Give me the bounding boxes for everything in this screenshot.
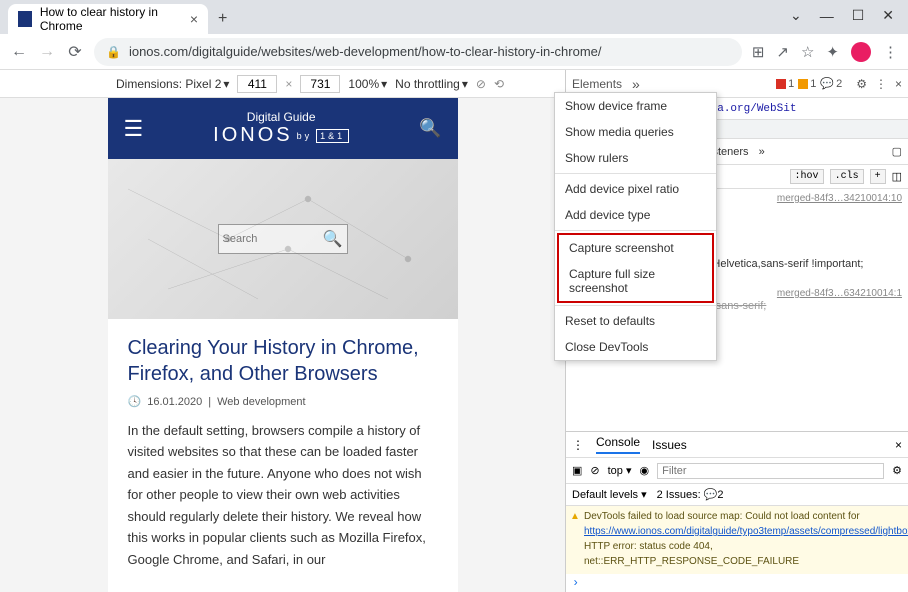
sidebar-toggle-icon[interactable]: ◫ [892, 170, 902, 183]
menu-close-devtools[interactable]: Close DevTools [555, 334, 716, 360]
drawer-tabs: ⋮ Console Issues × [566, 432, 908, 458]
device-frame: ☰ Digital Guide IONOS by 1&1 🔍 🔍 Clearin… [108, 98, 458, 592]
menu-add-device-type[interactable]: Add device type [555, 202, 716, 228]
article-meta: 🕓 16.01.2020 | Web development [128, 395, 438, 408]
url-text: ionos.com/digitalguide/websites/web-deve… [129, 44, 602, 59]
issues-link[interactable]: 2 Issues: 💬2 [657, 488, 724, 501]
warning-icon: ▲ [570, 510, 580, 524]
site-header: ☰ Digital Guide IONOS by 1&1 🔍 [108, 98, 458, 159]
zoom-select[interactable]: 100% ▾ [348, 77, 387, 91]
article-category[interactable]: Web development [217, 396, 305, 408]
profile-avatar[interactable] [851, 42, 871, 62]
add-rule-button[interactable]: + [870, 169, 886, 184]
logo-badge: 1&1 [316, 129, 349, 143]
search-icon[interactable]: 🔍 [419, 118, 441, 139]
menu-capture-full-screenshot[interactable]: Capture full size screenshot [559, 261, 712, 301]
rotate-icon[interactable]: ⟲ [494, 77, 504, 91]
logo-subtitle: Digital Guide [157, 110, 405, 124]
width-input[interactable] [237, 75, 277, 93]
device-options-menu: Show device frame Show media queries Sho… [554, 92, 717, 361]
menu-separator [555, 230, 716, 231]
lock-icon: 🔒 [106, 45, 121, 59]
more-tabs-icon[interactable]: » [632, 76, 640, 92]
back-button[interactable]: ← [10, 43, 28, 61]
meta-separator: | [208, 396, 211, 408]
dimension-separator: × [285, 77, 292, 91]
window-titlebar: How to clear history in Chrome × + ⌄ — ☐… [0, 0, 908, 34]
tab-console[interactable]: Console [596, 435, 640, 454]
logo-by: by [297, 131, 313, 141]
share-icon[interactable]: ↗ [776, 43, 789, 61]
sourcemap-link[interactable]: https://www.ionos.com/digitalguide/typo3… [584, 526, 908, 537]
minimize-icon[interactable]: — [820, 8, 834, 24]
live-expression-icon[interactable]: ◉ [640, 464, 650, 477]
article-body: In the default setting, browsers compile… [128, 420, 438, 570]
message-badge[interactable]: 💬2 [820, 77, 842, 90]
close-window-icon[interactable]: ✕ [882, 7, 894, 24]
console-filter-input[interactable] [657, 463, 884, 479]
menu-show-rulers[interactable]: Show rulers [555, 145, 716, 171]
hamburger-icon[interactable]: ☰ [124, 116, 144, 142]
warning-badge[interactable]: 1 [798, 78, 816, 90]
close-drawer-icon[interactable]: × [895, 438, 902, 452]
network-graphic-icon [108, 159, 458, 319]
menu-show-media-queries[interactable]: Show media queries [555, 119, 716, 145]
address-bar: ← → ⟳ 🔒 ionos.com/digitalguide/websites/… [0, 34, 908, 70]
console-subtoolbar: Default levels ▾ 2 Issues: 💬2 [566, 484, 908, 506]
tab-elements[interactable]: Elements [572, 77, 622, 91]
close-tab-icon[interactable]: × [190, 11, 198, 27]
sidebar-toggle-icon[interactable]: ▣ [572, 464, 582, 477]
new-tab-button[interactable]: + [208, 4, 237, 34]
menu-icon[interactable]: ⋮ [883, 43, 898, 61]
gear-icon[interactable]: ⚙ [892, 464, 902, 477]
article-headline: Clearing Your History in Chrome, Firefox… [128, 335, 438, 387]
forward-button: → [38, 43, 56, 61]
tab-title: How to clear history in Chrome [40, 5, 182, 33]
gear-icon[interactable]: ⚙ [856, 77, 867, 91]
clock-icon: 🕓 [128, 395, 142, 408]
device-select[interactable]: Dimensions: Pixel 2 ▾ [116, 77, 229, 91]
levels-select[interactable]: Default levels ▾ [572, 488, 647, 501]
bookmark-icon[interactable]: ☆ [801, 43, 814, 61]
extensions-icon[interactable]: ✦ [826, 43, 839, 61]
menu-capture-screenshot[interactable]: Capture screenshot [559, 235, 712, 261]
no-throttle-icon[interactable]: ⊘ [476, 77, 486, 91]
translate-icon[interactable]: ⊞ [752, 43, 765, 61]
logo-text: IONOS [213, 124, 292, 147]
drawer-kebab-icon[interactable]: ⋮ [572, 438, 584, 452]
clear-console-icon[interactable]: ⊘ [590, 464, 599, 477]
context-select[interactable]: top ▾ [608, 464, 632, 477]
browser-tab[interactable]: How to clear history in Chrome × [8, 4, 208, 34]
site-logo[interactable]: Digital Guide IONOS by 1&1 [157, 110, 405, 147]
more-tabs-icon[interactable]: » [759, 146, 765, 158]
console-toolbar: ▣ ⊘ top ▾ ◉ ⚙ [566, 458, 908, 484]
console-drawer: ⋮ Console Issues × ▣ ⊘ top ▾ ◉ ⚙ Default… [566, 431, 908, 592]
height-input[interactable] [300, 75, 340, 93]
menu-separator [555, 173, 716, 174]
chevron-down-icon[interactable]: ⌄ [790, 7, 802, 24]
menu-separator [555, 305, 716, 306]
hov-button[interactable]: :hov [790, 169, 824, 184]
maximize-icon[interactable]: ☐ [852, 7, 865, 24]
article: Clearing Your History in Chrome, Firefox… [108, 319, 458, 586]
cls-button[interactable]: .cls [830, 169, 864, 184]
kebab-icon[interactable]: ⋮ [875, 77, 887, 91]
device-viewport: ☰ Digital Guide IONOS by 1&1 🔍 🔍 Clearin… [0, 98, 565, 592]
reload-button[interactable]: ⟳ [66, 42, 84, 62]
hero-image: 🔍 [108, 159, 458, 319]
article-date: 16.01.2020 [147, 396, 202, 408]
close-devtools-icon[interactable]: × [895, 77, 902, 91]
expand-icon[interactable]: ▢ [892, 145, 902, 158]
menu-show-device-frame[interactable]: Show device frame [555, 93, 716, 119]
console-prompt[interactable]: › [566, 574, 908, 592]
menu-reset-defaults[interactable]: Reset to defaults [555, 308, 716, 334]
throttling-select[interactable]: No throttling ▾ [395, 77, 468, 91]
css-source-link[interactable]: merged-84f3…634210014:1 [777, 288, 902, 300]
console-message[interactable]: ▲ DevTools failed to load source map: Co… [566, 506, 908, 574]
menu-add-dpr[interactable]: Add device pixel ratio [555, 176, 716, 202]
favicon-icon [18, 11, 32, 27]
error-badge[interactable]: 1 [776, 78, 794, 90]
tab-issues[interactable]: Issues [652, 438, 687, 452]
url-field[interactable]: 🔒 ionos.com/digitalguide/websites/web-de… [94, 38, 742, 66]
